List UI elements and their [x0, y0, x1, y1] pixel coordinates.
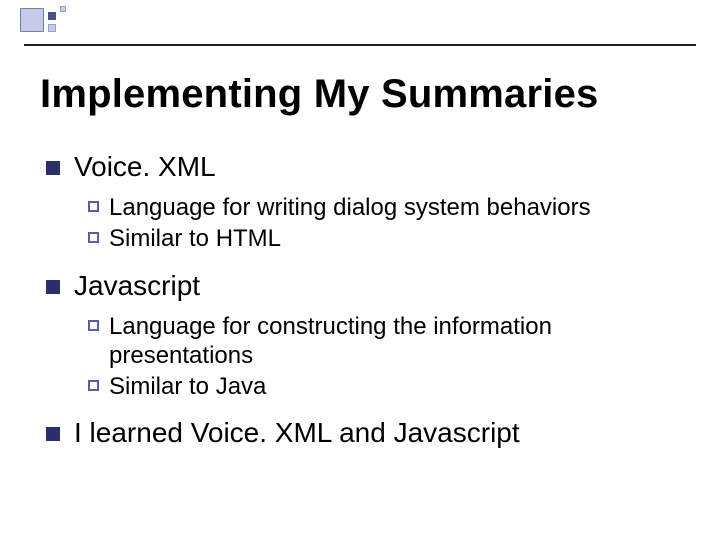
slide-decoration — [0, 0, 100, 48]
bullet-level2: Language for writing dialog system behav… — [88, 193, 680, 222]
deco-square-small — [48, 24, 56, 32]
slide-title: Implementing My Summaries — [40, 72, 680, 117]
deco-square-large — [20, 8, 44, 32]
divider — [24, 44, 696, 46]
bullet-text: Similar to HTML — [109, 224, 281, 253]
square-bullet-icon — [46, 161, 60, 175]
slide-content: Implementing My Summaries Voice. XML Lan… — [40, 72, 680, 459]
bullet-level1: Javascript — [40, 270, 680, 302]
hollow-square-bullet-icon — [88, 320, 99, 331]
hollow-square-bullet-icon — [88, 232, 99, 243]
bullet-text: Language for constructing the informatio… — [109, 312, 680, 371]
bullet-level2: Similar to HTML — [88, 224, 680, 253]
bullet-level2: Similar to Java — [88, 372, 680, 401]
bullet-text: Language for writing dialog system behav… — [109, 193, 591, 222]
bullet-text: Voice. XML — [74, 151, 216, 183]
bullet-level1: Voice. XML — [40, 151, 680, 183]
bullet-level2: Language for constructing the informatio… — [88, 312, 680, 371]
square-bullet-icon — [46, 280, 60, 294]
square-bullet-icon — [46, 427, 60, 441]
bullet-level1: I learned Voice. XML and Javascript — [40, 417, 680, 449]
deco-square-small — [60, 6, 66, 12]
hollow-square-bullet-icon — [88, 201, 99, 212]
bullet-text: I learned Voice. XML and Javascript — [74, 417, 520, 449]
bullet-text: Similar to Java — [109, 372, 266, 401]
sub-bullet-group: Language for constructing the informatio… — [88, 312, 680, 402]
hollow-square-bullet-icon — [88, 380, 99, 391]
sub-bullet-group: Language for writing dialog system behav… — [88, 193, 680, 254]
deco-square-small — [48, 12, 56, 20]
bullet-text: Javascript — [74, 270, 200, 302]
